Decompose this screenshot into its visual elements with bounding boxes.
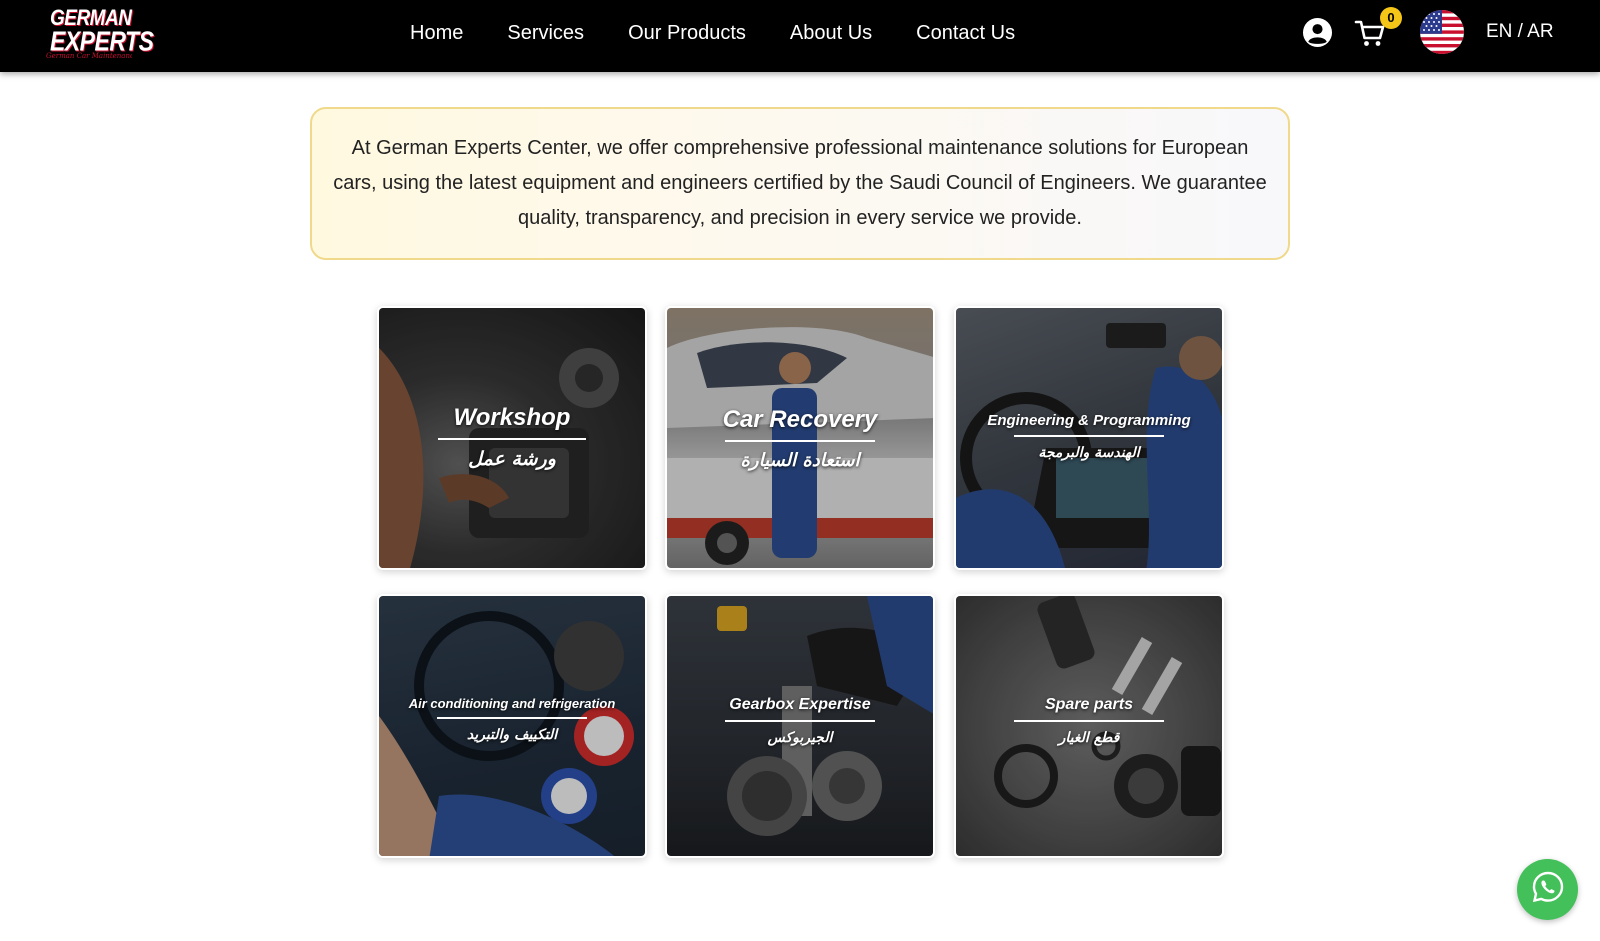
service-card-car-recovery[interactable]: Car Recovery استعادة السيارة [665, 306, 935, 570]
main-nav: Home Services Our Products About Us Cont… [410, 0, 1059, 66]
top-navbar: GERMAN EXPERTS German Car Maintenance Ho… [0, 0, 1600, 72]
language-toggle[interactable]: EN / AR [1486, 21, 1554, 43]
caption-divider [725, 440, 875, 442]
spare-parts-caption: Spare parts قطع الغيار [956, 696, 1222, 746]
service-title-ar: التكييف والتبريد [466, 727, 558, 743]
service-title: Gearbox Expertise [729, 696, 871, 713]
caption-divider [725, 720, 875, 722]
service-title: Engineering & Programming [987, 412, 1191, 429]
logo-tagline: German Car Maintenance [46, 52, 132, 60]
service-title: Workshop [453, 404, 571, 431]
service-title: Spare parts [1044, 696, 1134, 713]
service-card-engineering[interactable]: Engineering & Programming الهندسة والبرم… [954, 306, 1224, 570]
air-conditioning-caption: Air conditioning and refrigeration التكي… [379, 696, 645, 743]
service-card-gearbox[interactable]: Gearbox Expertise الجيربوكس [665, 594, 935, 858]
us-flag-icon[interactable] [1420, 10, 1464, 54]
nav-actions: 0 EN / AR [1300, 0, 1600, 66]
intro-banner: At German Experts Center, we offer compr… [310, 107, 1290, 260]
whatsapp-button[interactable] [1517, 859, 1578, 920]
user-icon[interactable] [1302, 17, 1333, 48]
whatsapp-icon [1531, 870, 1565, 909]
service-title-ar: قطع الغيار [1058, 730, 1120, 746]
service-title-ar: الجيربوكس [767, 730, 833, 746]
nav-our-products[interactable]: Our Products [628, 22, 746, 45]
service-title-ar: استعادة السيارة [740, 450, 860, 471]
service-title: Car Recovery [722, 406, 878, 433]
nav-about-us[interactable]: About Us [790, 22, 872, 45]
service-card-spare-parts[interactable]: Spare parts قطع الغيار [954, 594, 1224, 858]
service-title-ar: الهندسة والبرمجة [1038, 445, 1140, 461]
gearbox-caption: Gearbox Expertise الجيربوكس [667, 696, 933, 746]
caption-divider [1014, 720, 1164, 722]
caption-divider [437, 717, 587, 719]
engineering-caption: Engineering & Programming الهندسة والبرم… [956, 412, 1222, 461]
service-card-air-conditioning[interactable]: Air conditioning and refrigeration التكي… [377, 594, 647, 858]
intro-text: At German Experts Center, we offer compr… [333, 137, 1267, 229]
workshop-caption: Workshop ورشة عمل [379, 404, 645, 470]
brand-logo[interactable]: GERMAN EXPERTS German Car Maintenance [44, 6, 154, 62]
service-title: Air conditioning and refrigeration [408, 696, 616, 711]
car-recovery-caption: Car Recovery استعادة السيارة [667, 406, 933, 471]
caption-divider [438, 438, 586, 440]
caption-divider [1014, 435, 1164, 437]
cart-count-badge: 0 [1380, 7, 1402, 29]
nav-home[interactable]: Home [410, 22, 463, 45]
service-card-workshop[interactable]: Workshop ورشة عمل [377, 306, 647, 570]
service-title-ar: ورشة عمل [468, 448, 556, 470]
nav-contact-us[interactable]: Contact Us [916, 22, 1015, 45]
nav-services[interactable]: Services [507, 22, 584, 45]
